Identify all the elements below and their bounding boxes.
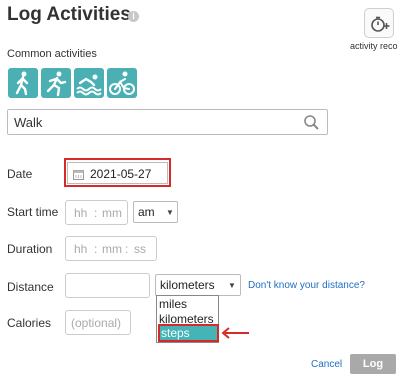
annotation-arrow-icon (221, 327, 249, 339)
ampm-value: am (138, 205, 155, 219)
calendar-icon[interactable] (73, 169, 84, 180)
activity-swimming-button[interactable] (74, 68, 104, 98)
dropdown-option-steps[interactable]: steps (158, 324, 219, 342)
calories-placeholder: (optional) (71, 316, 122, 330)
search-icon[interactable] (303, 114, 320, 131)
start-mm: mm (102, 206, 122, 220)
log-button[interactable]: Log (350, 354, 396, 374)
calories-input[interactable]: (optional) (65, 310, 131, 335)
info-icon[interactable]: i (128, 11, 139, 22)
start-time-label: Start time (7, 205, 59, 219)
start-hh: hh (74, 206, 88, 220)
activity-walking-button[interactable] (8, 68, 38, 98)
activity-cycling-button[interactable] (107, 68, 137, 98)
date-label: Date (7, 167, 33, 181)
date-value: 2021-05-27 (90, 167, 152, 181)
calories-label: Calories (7, 316, 52, 330)
dropdown-option-miles[interactable]: miles (159, 297, 187, 311)
chevron-down-icon: ▼ (228, 281, 236, 290)
dropdown-option-steps-label: steps (161, 326, 190, 340)
start-sep: : (94, 206, 98, 220)
page-title: Log Activities (7, 4, 131, 25)
duration-sep-1: : (94, 242, 98, 256)
distance-unit-value: kilometers (160, 278, 215, 292)
distance-unit-select[interactable]: kilometers ▼ (155, 274, 241, 296)
duration-input[interactable]: hh : mm : ss (65, 236, 157, 261)
swimming-icon (76, 74, 102, 96)
activity-reco-button[interactable] (364, 8, 394, 38)
duration-ss: ss (134, 242, 146, 256)
duration-sep-2: : (125, 242, 129, 256)
duration-hh: hh (74, 242, 88, 256)
cycling-icon (109, 71, 135, 95)
distance-label: Distance (7, 280, 54, 294)
search-value: Walk (14, 115, 43, 130)
activity-running-button[interactable] (41, 68, 71, 98)
activity-search-input[interactable]: Walk (7, 109, 328, 135)
date-input[interactable]: 2021-05-27 (67, 162, 168, 184)
duration-mm: mm (102, 242, 122, 256)
distance-input[interactable] (65, 273, 150, 298)
stopwatch-plus-icon (371, 16, 390, 32)
activity-reco-label: activity reco (350, 41, 398, 51)
ampm-select[interactable]: am ▼ (133, 201, 178, 223)
cancel-link[interactable]: Cancel (311, 359, 342, 370)
running-icon (46, 71, 67, 97)
walking-icon (15, 71, 29, 96)
distance-help-link[interactable]: Don't know your distance? (248, 280, 365, 291)
common-activities-label: Common activities (7, 48, 97, 60)
chevron-down-icon: ▼ (166, 208, 174, 217)
start-time-input[interactable]: hh : mm (65, 200, 128, 225)
duration-label: Duration (7, 242, 53, 256)
